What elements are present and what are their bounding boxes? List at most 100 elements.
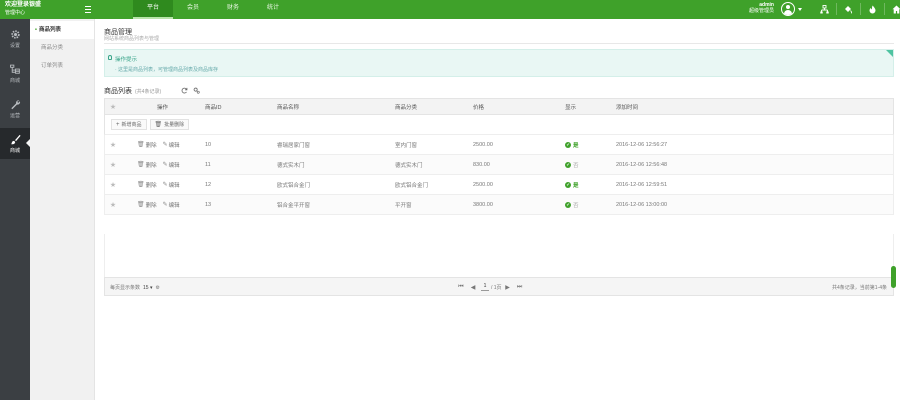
show-value: 是	[573, 142, 579, 149]
batch-delete-button[interactable]: 🗑 批量删除	[149, 119, 190, 130]
edit-icon: ✎	[162, 182, 168, 188]
lightbulb-icon	[108, 55, 112, 60]
brush-icon	[10, 134, 21, 144]
table-row[interactable]: ★ 🗑 删除 ✎ 编辑 12 欧式铝合金门 欧式铝合金门 2500.00 ✔ 是 20…	[104, 175, 894, 195]
fire-icon[interactable]	[860, 3, 884, 15]
wrench-icon	[10, 99, 20, 109]
cell-category: 平开窗	[395, 202, 412, 209]
next-page-button[interactable]: ▶	[502, 282, 514, 292]
check-icon: ✔	[565, 141, 571, 148]
check-icon: ✔	[565, 161, 571, 168]
cell-id: 13	[205, 201, 212, 208]
rail-item-operation[interactable]: 运营	[0, 93, 30, 124]
plus-icon: +	[116, 121, 120, 128]
check-icon: ✔	[565, 181, 571, 188]
submenu-item-order-list[interactable]: 订单列表	[30, 57, 94, 75]
cell-time: 2016-12-06 13:00:00	[616, 201, 668, 208]
page-subtitle: 网站系统商品列表与管理	[104, 36, 160, 42]
scrollbar[interactable]	[891, 266, 896, 288]
cell-price: 2500.00	[473, 181, 493, 188]
edit-button[interactable]: ✎ 编辑	[163, 141, 180, 149]
rail-label: 运营	[9, 112, 20, 119]
show-toggle[interactable]: ✔ 是	[565, 181, 579, 189]
last-page-button[interactable]: ⏭	[514, 282, 526, 292]
edit-label: 编辑	[168, 142, 180, 149]
pagination: ⏮ ◀ 1 / 1页 ▶ ⏭	[455, 282, 526, 292]
cell-price: 830.00	[473, 161, 490, 168]
edit-button[interactable]: ✎ 编辑	[163, 201, 180, 209]
page-size-select[interactable]: 15 ▾	[143, 285, 152, 291]
column-header-id[interactable]: 商品ID	[199, 103, 277, 111]
home-icon[interactable]	[884, 3, 900, 15]
page-number-input[interactable]: 1	[481, 283, 489, 291]
pager: 每页显示条数 15 ▾ ⚙ ⏮ ◀ 1 / 1页 ▶ ⏭ 共4条记录，当前第1-…	[104, 277, 894, 296]
star-icon[interactable]: ★	[105, 141, 121, 149]
rail-item-mall[interactable]: 商城	[0, 58, 30, 89]
clear-cache-icon[interactable]	[836, 3, 860, 15]
tab-platform[interactable]: 平台	[133, 0, 173, 19]
star-icon[interactable]: ★	[105, 161, 121, 169]
gear-icon	[10, 29, 20, 39]
total-pages: / 1页	[491, 284, 502, 291]
record-summary: 共4条记录，当前第1-4条	[831, 285, 887, 291]
first-page-button[interactable]: ⏮	[455, 282, 467, 292]
top-icons	[812, 3, 900, 15]
submenu-item-goods-list[interactable]: 商品列表	[30, 21, 94, 39]
column-header-time[interactable]: 添加时间	[611, 103, 771, 111]
edit-button[interactable]: ✎ 编辑	[163, 161, 180, 169]
tips-title[interactable]: 操作提示	[115, 55, 137, 63]
sitemap-icon[interactable]	[812, 3, 836, 15]
show-toggle[interactable]: ✔ 否	[565, 161, 579, 169]
corner-flag	[886, 50, 893, 57]
table-empty-area	[104, 234, 894, 277]
submenu-item-goods-category[interactable]: 商品分类	[30, 39, 94, 57]
prev-page-button[interactable]: ◀	[467, 282, 479, 292]
table-body: ★ 🗑 删除 ✎ 编辑 10 睿瑞居家门窗 室内门窗 2500.00 ✔ 是 2016…	[104, 135, 894, 215]
delete-button[interactable]: 🗑 删除	[137, 161, 157, 169]
user-info[interactable]: admin 超级管理员	[744, 2, 774, 14]
column-header-show[interactable]: 显示	[563, 103, 611, 111]
star-icon[interactable]: ★	[105, 201, 121, 209]
table-header: ★ 操作 商品ID 商品名称 商品分类 价格 显示 添加时间	[104, 98, 894, 115]
column-header-category[interactable]: 商品分类	[395, 103, 473, 111]
edit-icon: ✎	[162, 162, 168, 168]
tab-stats[interactable]: 统计	[253, 0, 293, 19]
table-row[interactable]: ★ 🗑 删除 ✎ 编辑 11 德式实木门 德式实木门 830.00 ✔ 否 2016-…	[104, 155, 894, 175]
check-icon: ✔	[565, 201, 571, 208]
table-row[interactable]: ★ 🗑 删除 ✎ 编辑 10 睿瑞居家门窗 室内门窗 2500.00 ✔ 是 2016…	[104, 135, 894, 155]
top-nav: 平台 会员 财务 统计	[133, 0, 293, 19]
column-header-price[interactable]: 价格	[473, 103, 563, 111]
cell-time: 2016-12-06 12:56:27	[616, 141, 668, 148]
cell-name: 德式实木门	[277, 162, 305, 169]
brand-title: 欢迎登录银盛	[5, 2, 42, 8]
delete-button[interactable]: 🗑 删除	[137, 141, 157, 149]
star-icon[interactable]: ★	[105, 181, 121, 189]
avatar[interactable]	[781, 2, 795, 16]
page-size-value: 15	[143, 284, 149, 291]
tab-finance[interactable]: 财务	[213, 0, 253, 19]
delete-label: 删除	[145, 182, 157, 189]
show-value: 否	[573, 202, 579, 209]
trash-icon: 🗑	[137, 162, 145, 168]
gear-icon[interactable]: ⚙	[155, 285, 159, 291]
edit-button[interactable]: ✎ 编辑	[163, 181, 180, 189]
column-header-name[interactable]: 商品名称	[277, 103, 395, 111]
column-header-op: 操作	[157, 104, 169, 111]
cell-name: 欧式铝合金门	[277, 182, 311, 189]
show-toggle[interactable]: ✔ 是	[565, 141, 579, 149]
add-goods-button[interactable]: + 新增商品	[111, 119, 147, 130]
rail-item-settings[interactable]: 设置	[0, 23, 30, 54]
rail-item-mall-active[interactable]: 商城	[0, 128, 30, 159]
menu-toggle-icon[interactable]	[82, 4, 93, 15]
chevron-down-icon[interactable]	[798, 8, 802, 11]
delete-button[interactable]: 🗑 删除	[137, 201, 157, 209]
tab-member[interactable]: 会员	[173, 0, 213, 19]
show-toggle[interactable]: ✔ 否	[565, 201, 579, 209]
page-size: 每页显示条数 15 ▾ ⚙	[110, 284, 160, 292]
table-row[interactable]: ★ 🗑 删除 ✎ 编辑 13 铝合金平开窗 平开窗 3800.00 ✔ 否 2016-…	[104, 195, 894, 215]
settings-icon[interactable]	[190, 86, 202, 94]
delete-button[interactable]: 🗑 删除	[137, 181, 157, 189]
rail-label: 设置	[9, 42, 20, 49]
refresh-icon[interactable]	[178, 86, 190, 94]
tips-text: · 这里是商品列表，可管理商品列表及商品库存	[115, 67, 219, 73]
